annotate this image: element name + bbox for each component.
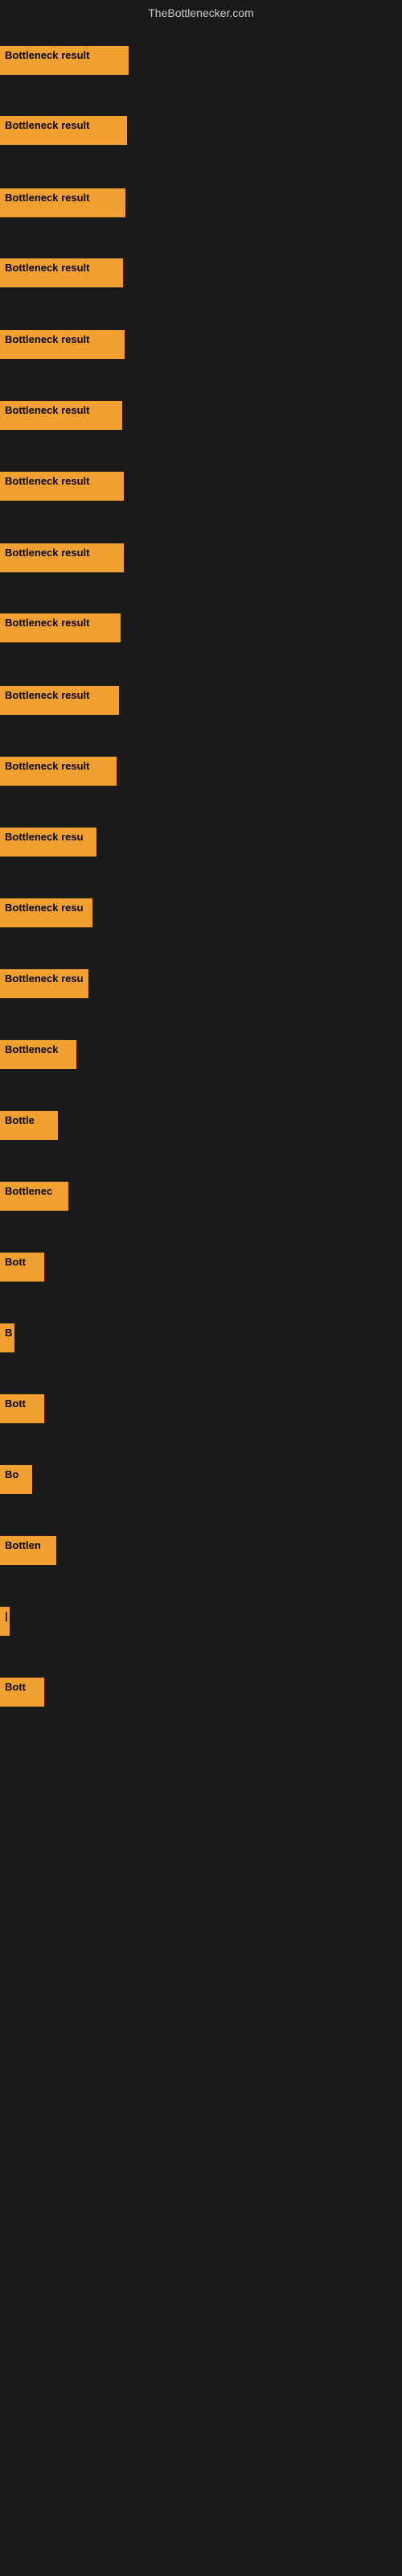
bottleneck-result-bar: Bottleneck result xyxy=(0,757,117,786)
bottleneck-result-bar: Bottle xyxy=(0,1111,58,1140)
bottleneck-result-bar: Bottlenec xyxy=(0,1182,68,1211)
bottleneck-result-bar: Bottleneck result xyxy=(0,330,125,359)
bottleneck-result-bar: B xyxy=(0,1323,14,1352)
bottleneck-result-bar: Bott xyxy=(0,1678,44,1707)
bottleneck-result-bar: Bottleneck resu xyxy=(0,828,96,857)
bottleneck-result-bar: Bottleneck result xyxy=(0,258,123,287)
bottleneck-result-bar: Bottleneck resu xyxy=(0,969,88,998)
bottleneck-result-bar: | xyxy=(0,1607,10,1636)
bottleneck-result-bar: Bottlen xyxy=(0,1536,56,1565)
bottleneck-result-bar: Bottleneck resu xyxy=(0,898,92,927)
bottleneck-result-bar: Bottleneck result xyxy=(0,543,124,572)
bottleneck-result-bar: Bott xyxy=(0,1253,44,1282)
bottleneck-result-bar: Bottleneck result xyxy=(0,188,125,217)
bottleneck-result-bar: Bo xyxy=(0,1465,32,1494)
bottleneck-result-bar: Bottleneck result xyxy=(0,472,124,501)
bottleneck-result-bar: Bottleneck result xyxy=(0,686,119,715)
bottleneck-result-bar: Bottleneck result xyxy=(0,401,122,430)
bottleneck-result-bar: Bottleneck xyxy=(0,1040,76,1069)
site-title: TheBottlenecker.com xyxy=(0,0,402,26)
bottleneck-result-bar: Bottleneck result xyxy=(0,613,121,642)
bottleneck-result-bar: Bott xyxy=(0,1394,44,1423)
bottleneck-result-bar: Bottleneck result xyxy=(0,116,127,145)
bottleneck-result-bar: Bottleneck result xyxy=(0,46,129,75)
